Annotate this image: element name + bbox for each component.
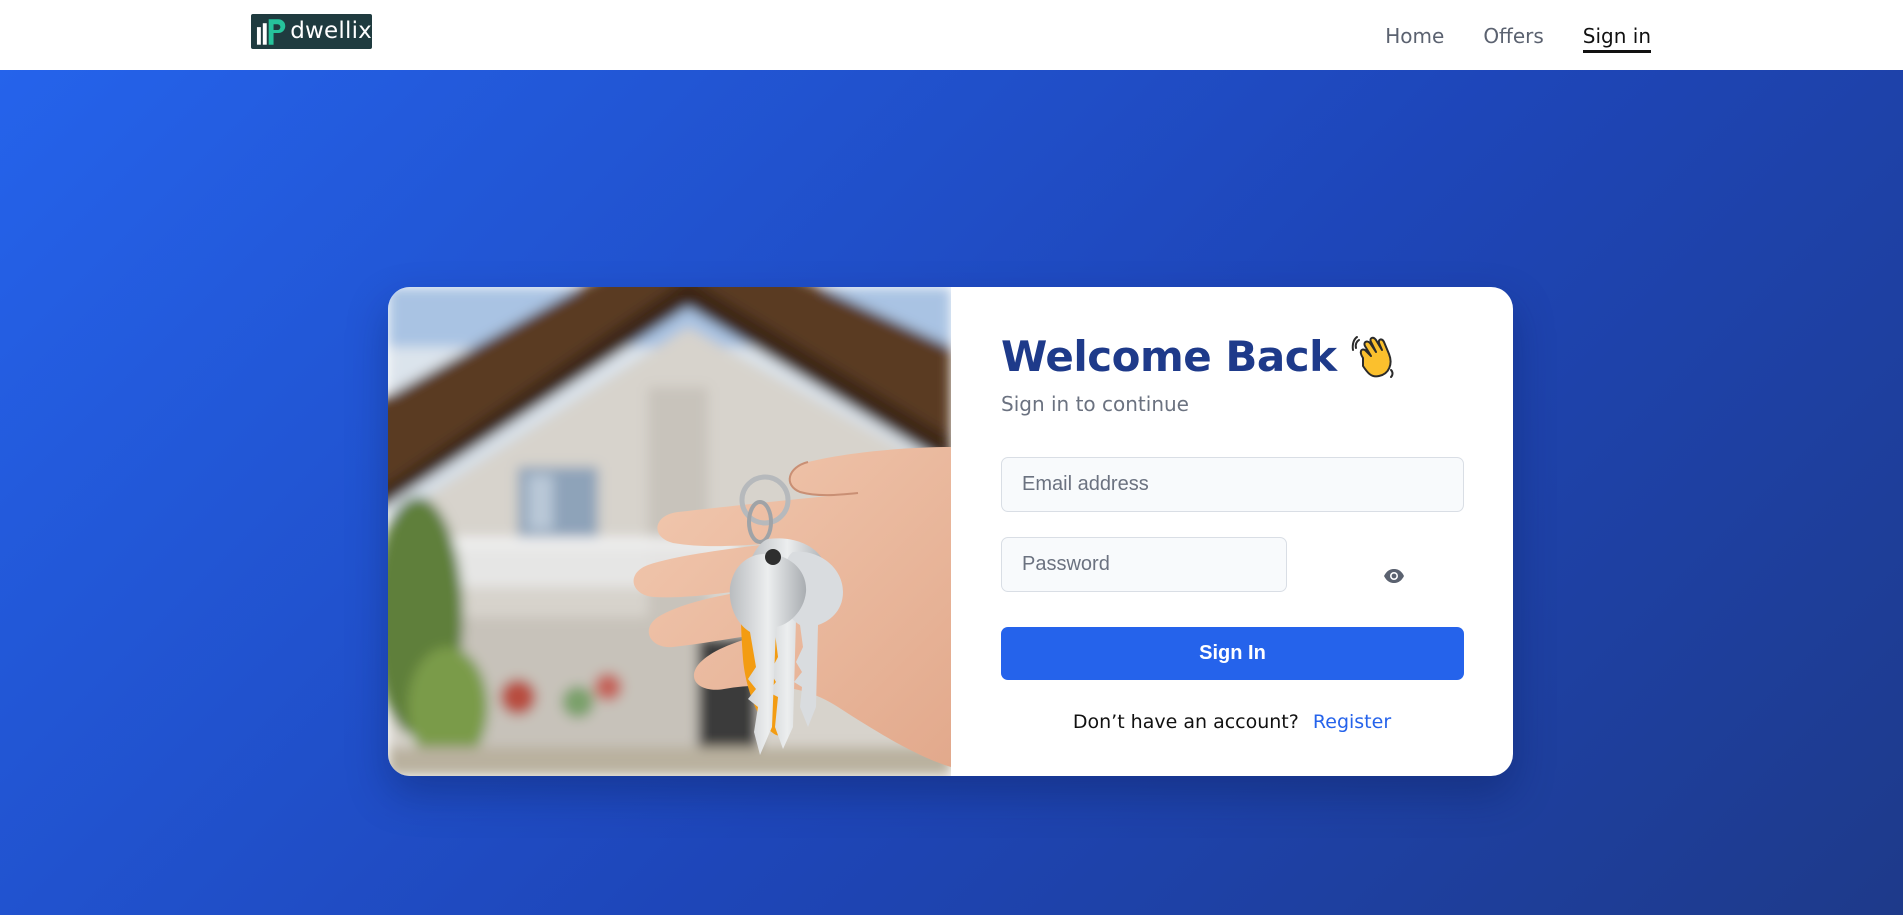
nav-link-offers[interactable]: Offers (1483, 22, 1543, 53)
brand-name: dwellix (290, 18, 372, 44)
show-password-toggle[interactable] (1381, 563, 1407, 589)
nav-links: Home Offers Sign in (1385, 22, 1651, 53)
login-title: Welcome Back (1001, 327, 1397, 387)
logo-mark-icon (256, 18, 286, 45)
nav-link-home[interactable]: Home (1385, 22, 1444, 53)
sign-in-button[interactable]: Sign In (1001, 627, 1464, 680)
register-link[interactable]: Register (1313, 711, 1391, 733)
login-card: Welcome Back Sign in to continue Sign In… (388, 287, 1513, 776)
hero-image-house-keys (388, 287, 951, 776)
register-prompt: Don’t have an account? (1072, 711, 1299, 733)
login-subtitle: Sign in to continue (1001, 392, 1189, 416)
login-title-text: Welcome Back (1001, 332, 1337, 381)
register-row: Don’t have an account? Register (951, 711, 1513, 733)
waving-hand-icon (1351, 336, 1394, 378)
login-form: Welcome Back Sign in to continue Sign In… (951, 287, 1513, 776)
nav-link-sign-in[interactable]: Sign in (1582, 22, 1651, 53)
top-navbar: dwellix Home Offers Sign in (0, 0, 1903, 71)
brand-logo[interactable]: dwellix (251, 14, 372, 49)
password-field[interactable] (1001, 537, 1287, 592)
email-field[interactable] (1001, 457, 1464, 512)
eye-icon (1384, 569, 1404, 583)
